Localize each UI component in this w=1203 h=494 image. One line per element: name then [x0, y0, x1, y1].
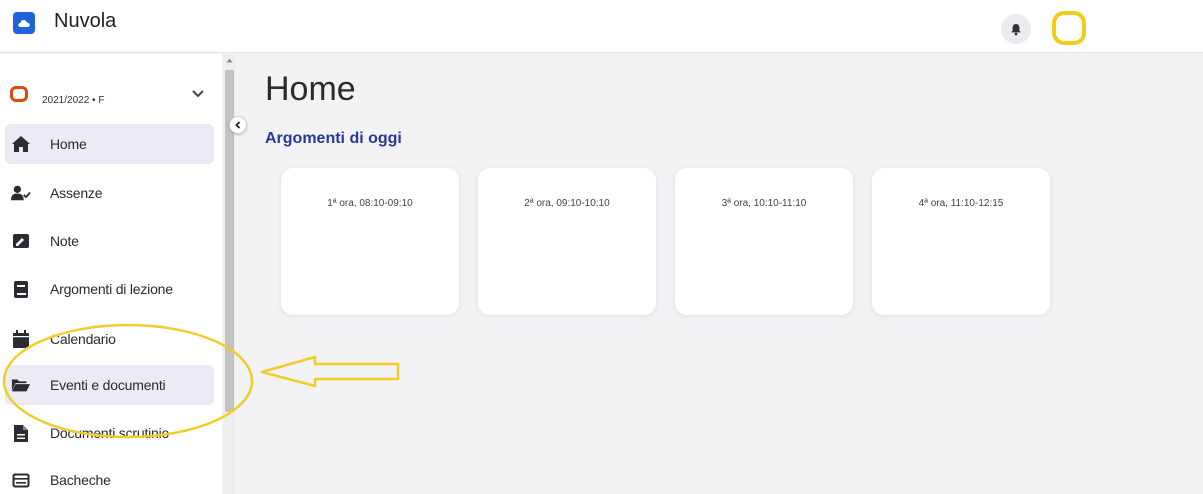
sidebar-item-home[interactable]: Home — [5, 124, 214, 164]
sidebar-item-label: Documenti scrutinio — [50, 425, 170, 441]
collapse-sidebar-button[interactable] — [229, 116, 247, 134]
sidebar-item-assenze[interactable]: Assenze — [5, 173, 214, 213]
sidebar-item-bacheche[interactable]: Bacheche — [5, 460, 214, 494]
document-icon — [11, 423, 31, 443]
sidebar-item-label: Calendario — [50, 331, 116, 347]
class-icon — [10, 86, 28, 102]
lesson-card[interactable]: 1ª ora, 08:10-09:10 — [281, 168, 459, 315]
notifications-button[interactable] — [1001, 14, 1031, 44]
chevron-left-icon — [235, 121, 241, 129]
lesson-card-time: 2ª ora, 09:10-10:10 — [524, 198, 610, 209]
sidebar-item-label: Argomenti di lezione — [50, 281, 173, 297]
pointing-arrow — [260, 355, 400, 388]
folder-open-icon — [11, 375, 31, 395]
sidebar-item-label: Note — [50, 233, 79, 249]
lesson-card-time: 3ª ora, 10:10-11:10 — [721, 198, 807, 209]
section-title: Argomenti di oggi — [265, 130, 402, 147]
page-title: Home — [265, 70, 356, 108]
lesson-card-time: 1ª ora, 08:10-09:10 — [327, 198, 413, 209]
user-avatar[interactable] — [1052, 11, 1086, 45]
calendar-icon — [11, 329, 31, 349]
book-icon — [11, 279, 31, 299]
sidebar-item-label: Assenze — [50, 185, 103, 201]
home-icon — [11, 134, 31, 154]
board-icon — [11, 470, 31, 490]
bell-icon — [1011, 23, 1021, 35]
lesson-card[interactable]: 3ª ora, 10:10-11:10 — [675, 168, 853, 315]
note-icon — [11, 231, 31, 251]
sidebar-item-label: Eventi e documenti — [50, 377, 166, 393]
scroll-up-arrow-icon[interactable] — [226, 57, 233, 64]
sidebar-item-label: Bacheche — [50, 472, 111, 488]
cloud-logo-icon[interactable] — [13, 12, 35, 34]
top-bar: Nuvola — [0, 0, 1203, 53]
user-check-icon — [11, 183, 31, 203]
sidebar-item-label: Home — [50, 136, 87, 152]
sidebar-item-note[interactable]: Note — [5, 221, 214, 261]
sidebar: 2021/2022 • F Home Assenze Note Argoment… — [0, 54, 222, 494]
sidebar-item-documenti-scrutinio[interactable]: Documenti scrutinio — [5, 413, 214, 453]
year-selector-label: 2021/2022 • F — [42, 95, 105, 106]
sidebar-item-eventi-e-documenti[interactable]: Eventi e documenti — [5, 365, 214, 405]
chevron-down-icon[interactable] — [190, 85, 206, 101]
year-selector[interactable]: 2021/2022 • F — [10, 82, 214, 110]
app-title: Nuvola — [54, 10, 117, 32]
lesson-card[interactable]: 4ª ora, 11:10-12:15 — [872, 168, 1050, 315]
sidebar-item-calendario[interactable]: Calendario — [5, 319, 214, 359]
sidebar-item-argomenti-di-lezione[interactable]: Argomenti di lezione — [5, 269, 214, 309]
lesson-card[interactable]: 2ª ora, 09:10-10:10 — [478, 168, 656, 315]
lesson-card-time: 4ª ora, 11:10-12:15 — [918, 198, 1004, 209]
